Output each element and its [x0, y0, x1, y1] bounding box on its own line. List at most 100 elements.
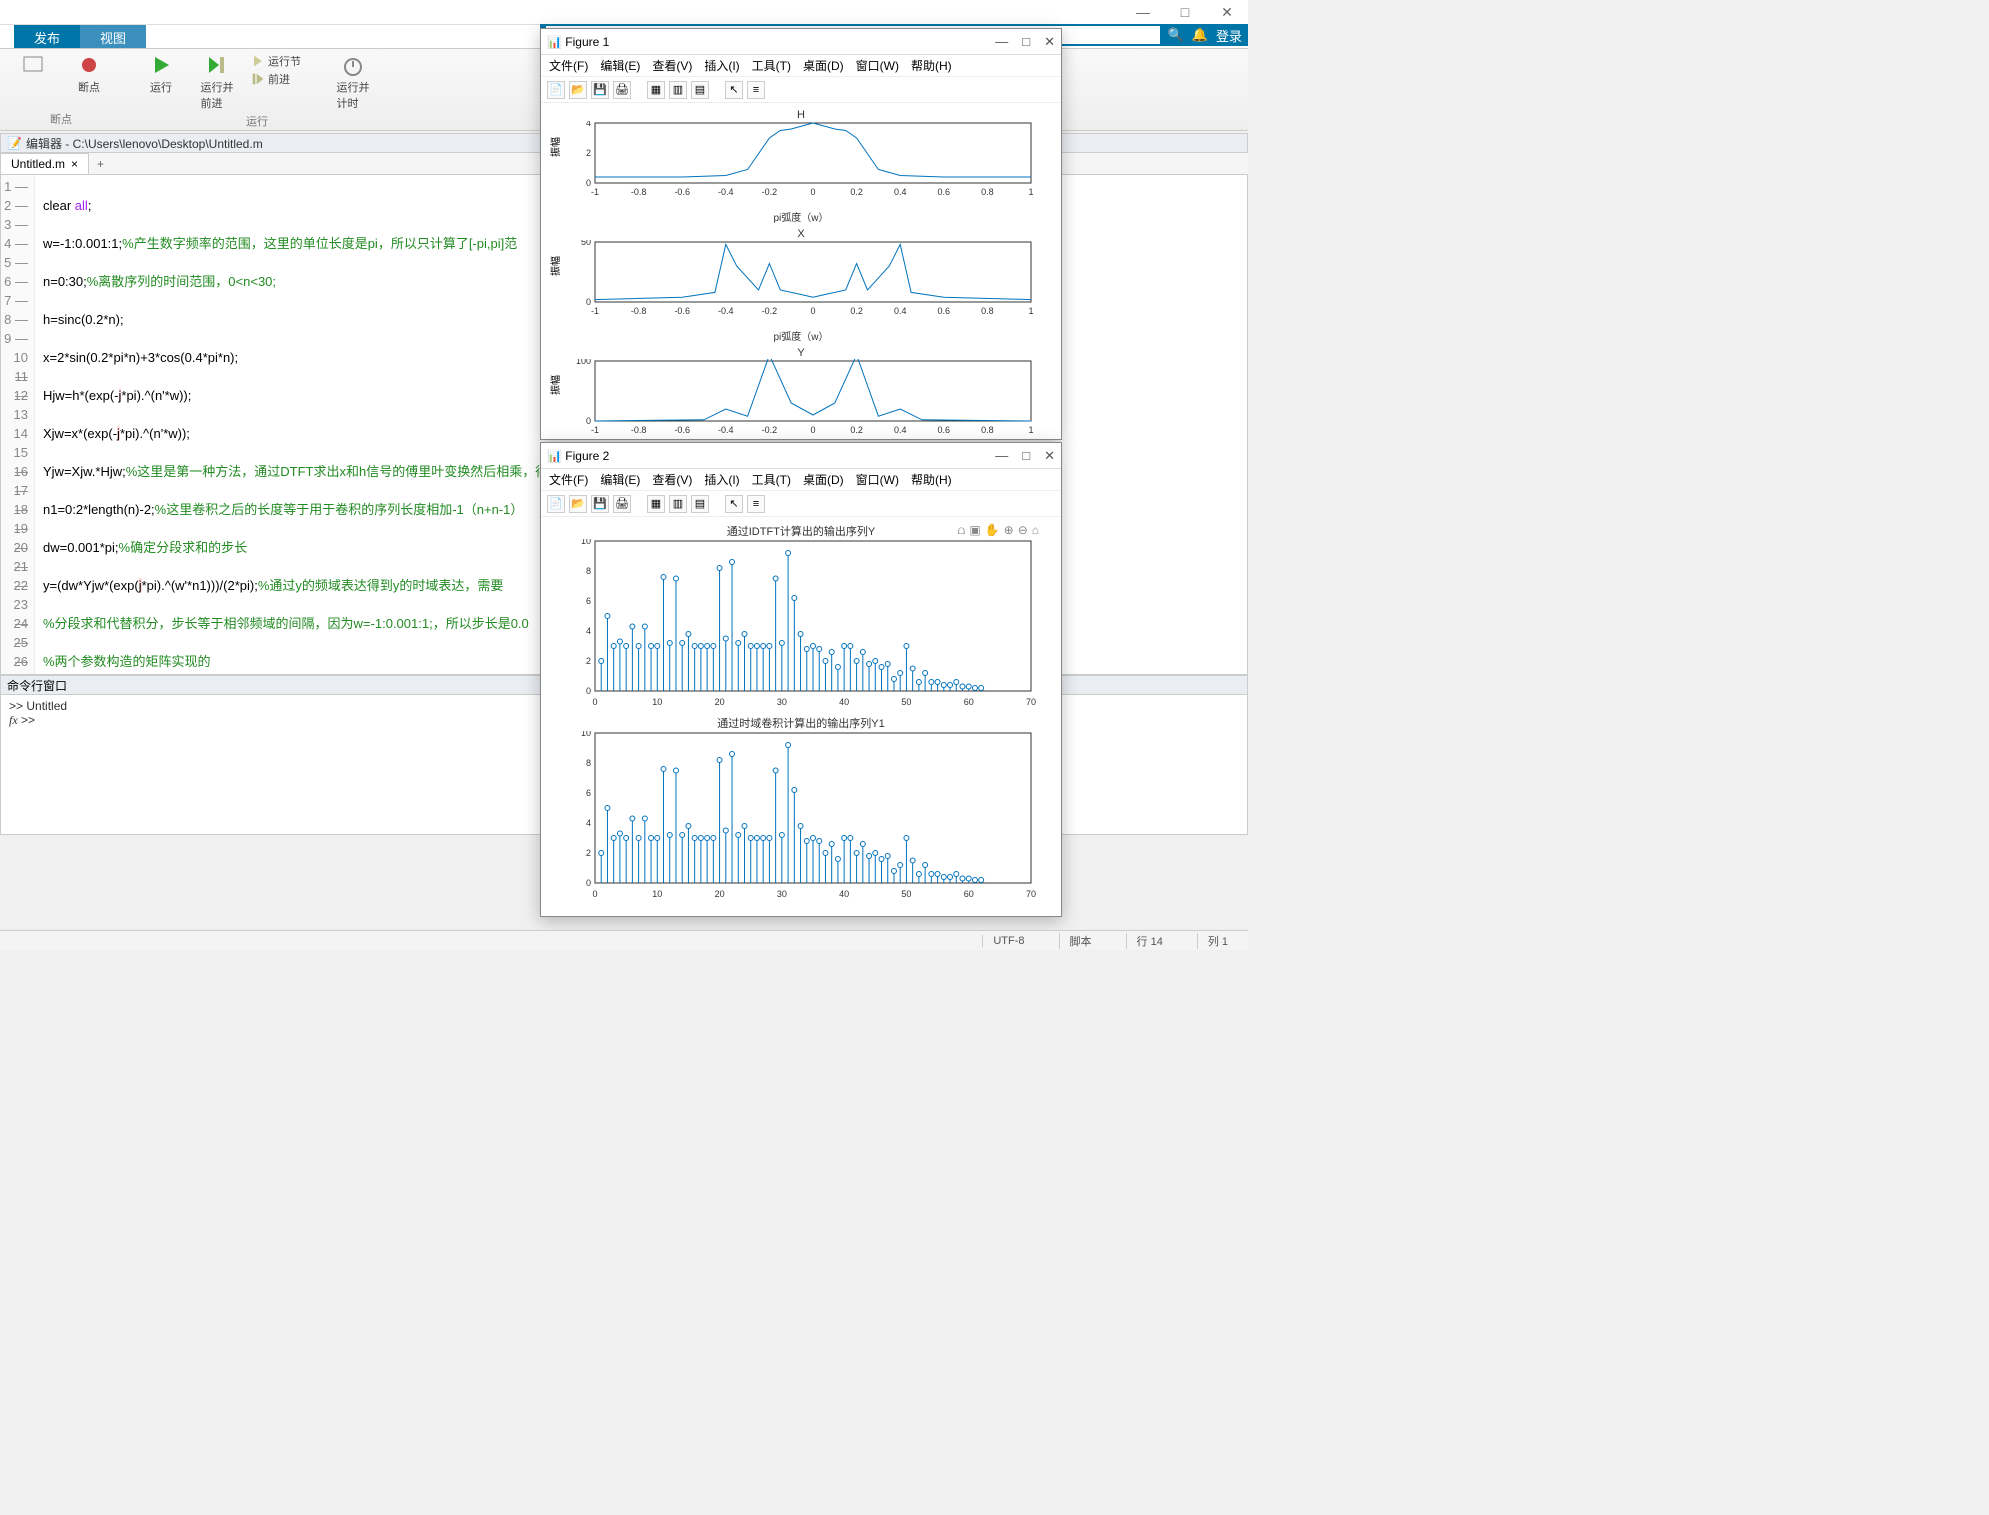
maximize-button[interactable]: □: [1170, 4, 1200, 20]
matlab-icon: 📊: [547, 35, 562, 49]
print-icon[interactable]: 🖨: [613, 81, 631, 99]
svg-text:0: 0: [586, 686, 591, 696]
pan-icon[interactable]: ✋: [985, 523, 1000, 538]
svg-text:1: 1: [1028, 187, 1033, 197]
fig2-min-button[interactable]: —: [995, 448, 1008, 464]
new-icon[interactable]: 📄: [547, 495, 565, 513]
search-icon[interactable]: 🔍: [1168, 27, 1184, 43]
menu-desktop[interactable]: 桌面(D): [803, 57, 844, 74]
svg-text:0.4: 0.4: [894, 306, 907, 316]
menu-edit[interactable]: 编辑(E): [600, 57, 640, 74]
pointer-icon[interactable]: ↖: [725, 495, 743, 513]
menu-desktop[interactable]: 桌面(D): [803, 471, 844, 488]
svg-text:0.8: 0.8: [981, 425, 994, 435]
svg-text:0.2: 0.2: [850, 187, 863, 197]
svg-text:20: 20: [715, 889, 725, 899]
fig2-max-button[interactable]: □: [1022, 448, 1030, 464]
menu-help[interactable]: 帮助(H): [911, 57, 952, 74]
fig2-close-button[interactable]: ✕: [1044, 448, 1055, 464]
svg-text:0.2: 0.2: [850, 425, 863, 435]
figure2-window[interactable]: 📊 Figure 2 —□✕ 文件(F) 编辑(E) 查看(V) 插入(I) 工…: [540, 442, 1062, 917]
menu-view[interactable]: 查看(V): [652, 57, 692, 74]
editor-tab-untitled[interactable]: Untitled.m×: [0, 153, 89, 174]
close-tab-icon[interactable]: ×: [71, 157, 78, 171]
run-section-button[interactable]: 运行节: [250, 53, 320, 69]
svg-text:0: 0: [810, 187, 815, 197]
tool-icon[interactable]: ≡: [747, 81, 765, 99]
save-icon[interactable]: 💾: [591, 495, 609, 513]
tool-icon[interactable]: ▤: [691, 81, 709, 99]
menu-edit[interactable]: 编辑(E): [600, 471, 640, 488]
svg-text:10: 10: [652, 697, 662, 707]
tool-icon[interactable]: ▦: [647, 81, 665, 99]
svg-text:6: 6: [586, 596, 591, 606]
menu-file[interactable]: 文件(F): [549, 471, 588, 488]
datatip-icon[interactable]: ▣: [969, 523, 980, 538]
fx-icon[interactable]: fx: [9, 713, 18, 727]
menu-window[interactable]: 窗口(W): [856, 471, 899, 488]
minimize-button[interactable]: —: [1128, 4, 1158, 20]
svg-text:8: 8: [586, 758, 591, 768]
run-advance-button[interactable]: 运行并 前进: [194, 53, 240, 111]
tool-icon[interactable]: ≡: [747, 495, 765, 513]
fig1-close-button[interactable]: ✕: [1044, 34, 1055, 50]
login-link[interactable]: 登录: [1216, 26, 1242, 45]
status-type: 脚本: [1059, 933, 1102, 949]
tool-icon[interactable]: ▤: [691, 495, 709, 513]
zoomin-icon[interactable]: ⊕: [1004, 523, 1014, 538]
menu-help[interactable]: 帮助(H): [911, 471, 952, 488]
print-icon[interactable]: 🖨: [613, 495, 631, 513]
svg-text:30: 30: [777, 697, 787, 707]
cmd-prompt[interactable]: >>: [21, 713, 35, 727]
tab-view[interactable]: 视图: [80, 25, 146, 48]
svg-text:50: 50: [901, 697, 911, 707]
svg-text:-0.6: -0.6: [674, 187, 690, 197]
breakpoints-button[interactable]: 断点: [66, 53, 112, 95]
open-icon[interactable]: 📂: [569, 81, 587, 99]
home-icon[interactable]: ⌂: [1032, 523, 1039, 538]
save-icon[interactable]: 💾: [591, 81, 609, 99]
insert-button[interactable]: [10, 53, 56, 79]
svg-text:50: 50: [581, 240, 591, 247]
menu-insert[interactable]: 插入(I): [704, 471, 739, 488]
svg-text:70: 70: [1026, 697, 1036, 707]
figure1-toolbar: 📄📂💾🖨 ▦▥▤ ↖≡: [541, 77, 1061, 103]
new-icon[interactable]: 📄: [547, 81, 565, 99]
fig1-max-button[interactable]: □: [1022, 34, 1030, 50]
advance-button[interactable]: 前进: [250, 71, 320, 87]
menu-file[interactable]: 文件(F): [549, 57, 588, 74]
status-line: 行 14: [1126, 933, 1173, 949]
menu-tools[interactable]: 工具(T): [752, 57, 791, 74]
plot-toolbar: ⩍▣ ✋ ⊕ ⊖ ⌂: [958, 523, 1039, 538]
svg-text:2: 2: [586, 656, 591, 666]
figure1-window[interactable]: 📊 Figure 1 —□✕ 文件(F) 编辑(E) 查看(V) 插入(I) 工…: [540, 28, 1062, 440]
svg-text:6: 6: [586, 788, 591, 798]
menu-window[interactable]: 窗口(W): [856, 57, 899, 74]
run-button[interactable]: 运行: [138, 53, 184, 95]
tool-icon[interactable]: ▦: [647, 495, 665, 513]
figure2-title: Figure 2: [565, 449, 609, 463]
new-tab-button[interactable]: +: [89, 154, 112, 174]
plot-stem-y1: 通过时域卷积计算出的输出序列Y10102030405060700246810: [551, 715, 1051, 903]
brush-icon[interactable]: ⩍: [958, 523, 966, 538]
tool-icon[interactable]: ▥: [669, 495, 687, 513]
svg-text:-1: -1: [591, 425, 599, 435]
tab-publish[interactable]: 发布: [14, 25, 80, 48]
svg-text:0: 0: [586, 878, 591, 888]
menu-tools[interactable]: 工具(T): [752, 471, 791, 488]
pointer-icon[interactable]: ↖: [725, 81, 743, 99]
svg-text:20: 20: [715, 697, 725, 707]
menu-insert[interactable]: 插入(I): [704, 57, 739, 74]
zoomout-icon[interactable]: ⊖: [1018, 523, 1028, 538]
svg-text:-1: -1: [591, 306, 599, 316]
fig1-min-button[interactable]: —: [995, 34, 1008, 50]
run-time-button[interactable]: 运行并 计时: [330, 53, 376, 111]
status-col: 列 1: [1197, 933, 1238, 949]
close-button[interactable]: ✕: [1212, 4, 1242, 21]
menu-view[interactable]: 查看(V): [652, 471, 692, 488]
open-icon[interactable]: 📂: [569, 495, 587, 513]
svg-text:0: 0: [586, 178, 591, 188]
bell-icon[interactable]: 🔔: [1192, 27, 1208, 43]
tool-icon[interactable]: ▥: [669, 81, 687, 99]
figure2-plots: 通过IDTFT计算出的输出序列Y ⩍▣✋⊕⊖⌂ 0102030405060700…: [541, 517, 1061, 913]
